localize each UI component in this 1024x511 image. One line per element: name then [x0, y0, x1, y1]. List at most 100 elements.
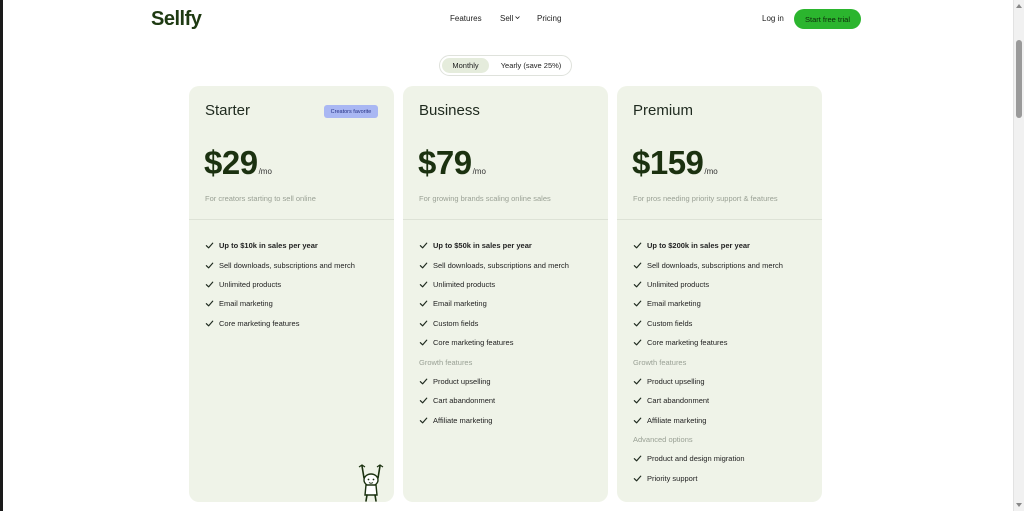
- advanced-options-heading: Advanced options: [633, 435, 693, 445]
- feature-item: Email marketing: [633, 294, 783, 313]
- check-icon: [419, 241, 428, 250]
- nav-pricing-label[interactable]: Pricing: [537, 14, 561, 23]
- feature-item: Email marketing: [419, 294, 569, 313]
- feature-item: Core marketing features: [633, 333, 783, 352]
- feature-list: Up to $200k in sales per year Sell downl…: [633, 236, 783, 488]
- feature-item: Sell downloads, subscriptions and merch: [205, 255, 355, 274]
- feature-label: Unlimited products: [219, 279, 282, 289]
- check-icon: [633, 416, 642, 425]
- feature-label: Email marketing: [433, 299, 487, 309]
- feature-item: Custom fields: [633, 314, 783, 333]
- feature-label: Sell downloads, subscriptions and merch: [433, 260, 569, 270]
- feature-item: Product and design migration: [633, 449, 783, 468]
- price-amount: $159: [632, 144, 704, 181]
- feature-label: Product and design migration: [647, 454, 745, 464]
- price-amount: $29: [204, 144, 258, 181]
- feature-item: Cart abandonment: [633, 391, 783, 410]
- scroll-down-arrow-icon[interactable]: [1016, 503, 1022, 507]
- feature-item: Up to $50k in sales per year: [419, 236, 569, 255]
- feature-item: Priority support: [633, 469, 783, 488]
- nav-features[interactable]: Features: [450, 14, 482, 23]
- feature-label: Cart abandonment: [433, 396, 496, 406]
- price-period: /mo: [704, 167, 718, 176]
- check-icon: [633, 319, 642, 328]
- check-icon: [633, 261, 642, 270]
- plan-name: Starter: [205, 102, 251, 119]
- check-icon: [633, 474, 642, 483]
- sellfy-logo[interactable]: Sellfy: [151, 8, 202, 31]
- feature-label: Email marketing: [647, 299, 701, 309]
- nav-sell[interactable]: Sell: [500, 14, 521, 23]
- toggle-monthly[interactable]: Monthly: [442, 58, 489, 73]
- check-icon: [205, 241, 214, 250]
- check-icon: [419, 377, 428, 386]
- feature-label: Priority support: [647, 473, 698, 483]
- feature-item: Product upselling: [419, 372, 569, 391]
- feature-item: Core marketing features: [205, 314, 355, 333]
- page-scrollbar[interactable]: [1013, 0, 1024, 511]
- plan-description: For creators starting to sell online: [205, 194, 316, 203]
- feature-label: Affiliate marketing: [433, 415, 493, 425]
- check-icon: [633, 454, 642, 463]
- feature-label: Up to $50k in sales per year: [433, 241, 532, 251]
- start-free-trial-button[interactable]: Start free trial: [794, 9, 861, 29]
- check-icon: [419, 416, 428, 425]
- check-icon: [419, 299, 428, 308]
- feature-label: Email marketing: [219, 299, 273, 309]
- plan-description: For growing brands scaling online sales: [419, 194, 551, 203]
- feature-label: Cart abandonment: [647, 396, 710, 406]
- feature-item: Product upselling: [633, 372, 783, 391]
- check-icon: [419, 338, 428, 347]
- growth-features-heading: Growth features: [633, 357, 687, 367]
- feature-item: Affiliate marketing: [633, 411, 783, 430]
- feature-label: Sell downloads, subscriptions and merch: [219, 260, 355, 270]
- billing-period-toggle: Monthly Yearly (save 25%): [439, 55, 572, 76]
- feature-label: Core marketing features: [219, 318, 300, 328]
- feature-label: Sell downloads, subscriptions and merch: [647, 260, 783, 270]
- check-icon: [419, 396, 428, 405]
- feature-label: Core marketing features: [433, 338, 514, 348]
- plan-card-business: Business $79 /mo For growing brands scal…: [403, 86, 608, 502]
- login-link[interactable]: Log in: [762, 14, 784, 23]
- plan-card-starter: Starter Creators favorite $29 /mo For cr…: [189, 86, 394, 502]
- feature-list: Up to $10k in sales per year Sell downlo…: [205, 236, 355, 333]
- plan-card-premium: Premium $159 /mo For pros needing priori…: [617, 86, 822, 502]
- price-period: /mo: [258, 167, 272, 176]
- plan-name: Premium: [633, 102, 694, 119]
- window-frame-left: [0, 0, 3, 511]
- scrollbar-thumb[interactable]: [1016, 40, 1022, 118]
- feature-item: Email marketing: [205, 294, 355, 313]
- growth-features-heading: Growth features: [419, 357, 473, 367]
- feature-item: Sell downloads, subscriptions and merch: [419, 255, 569, 274]
- plan-name: Business: [419, 102, 480, 119]
- plan-description: For pros needing priority support & feat…: [633, 194, 778, 203]
- plan-price: $29 /mo: [204, 144, 272, 182]
- feature-label: Product upselling: [433, 376, 491, 386]
- mascot-illustration: [358, 464, 384, 502]
- check-icon: [633, 280, 642, 289]
- check-icon: [633, 338, 642, 347]
- feature-list: Up to $50k in sales per year Sell downlo…: [419, 236, 569, 430]
- check-icon: [419, 261, 428, 270]
- check-icon: [633, 241, 642, 250]
- check-icon: [633, 377, 642, 386]
- feature-item: Up to $200k in sales per year: [633, 236, 783, 255]
- check-icon: [633, 299, 642, 308]
- creators-favorite-badge: Creators favorite: [324, 105, 378, 118]
- feature-label: Custom fields: [647, 318, 693, 328]
- chevron-down-icon: [515, 15, 521, 20]
- feature-label: Up to $10k in sales per year: [219, 241, 318, 251]
- divider: [189, 219, 394, 220]
- feature-item: Up to $10k in sales per year: [205, 236, 355, 255]
- toggle-yearly[interactable]: Yearly (save 25%): [492, 58, 570, 73]
- divider: [403, 219, 608, 220]
- scroll-up-arrow-icon[interactable]: [1016, 4, 1022, 8]
- feature-label: Unlimited products: [647, 279, 710, 289]
- feature-label: Affiliate marketing: [647, 415, 707, 425]
- nav-sell-label[interactable]: Sell: [500, 14, 513, 23]
- feature-item: Affiliate marketing: [419, 411, 569, 430]
- nav-features-label[interactable]: Features: [450, 14, 482, 23]
- nav-pricing[interactable]: Pricing: [537, 14, 561, 23]
- feature-item: Cart abandonment: [419, 391, 569, 410]
- feature-item: Unlimited products: [205, 275, 355, 294]
